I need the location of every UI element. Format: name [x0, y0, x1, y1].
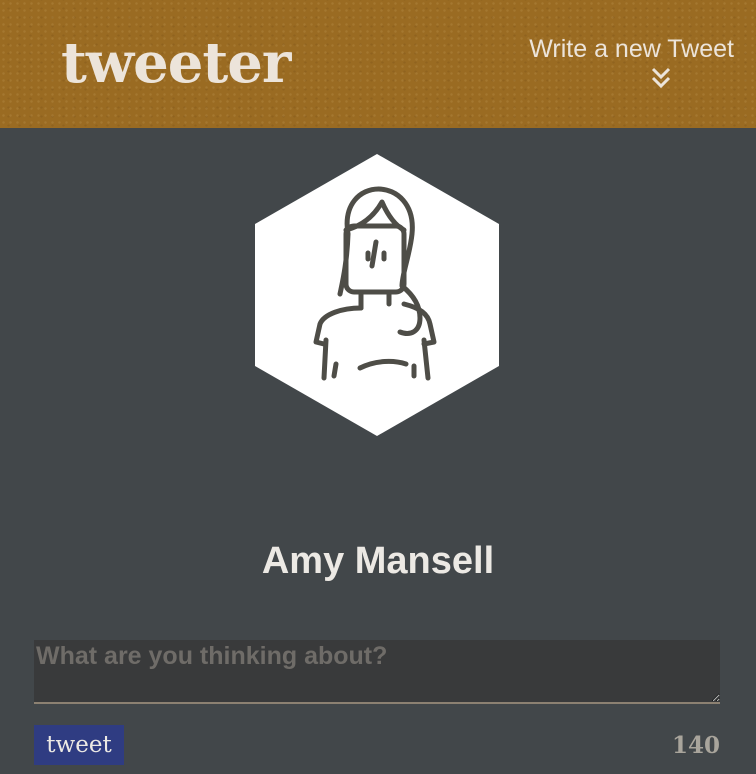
write-new-tweet-toggle[interactable]: Write a new Tweet: [494, 32, 734, 89]
tweet-submit-button[interactable]: tweet: [34, 725, 124, 765]
site-logo[interactable]: tweeter: [61, 28, 291, 98]
profile-name: Amy Mansell: [261, 539, 495, 582]
site-header: tweeter Write a new Tweet: [0, 0, 756, 128]
woman-avatar-icon: [255, 154, 499, 436]
double-chevron-down-icon[interactable]: [649, 66, 673, 90]
write-new-tweet-label[interactable]: Write a new Tweet: [494, 32, 734, 66]
tweet-textarea[interactable]: [34, 640, 720, 704]
character-counter: 140: [671, 732, 720, 759]
